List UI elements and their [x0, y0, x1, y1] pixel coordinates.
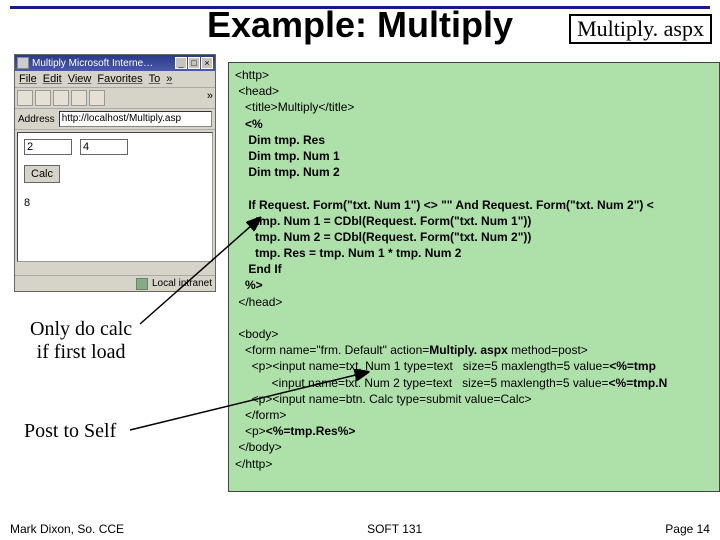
code-line: <input name=txt. Num 2 type=text size=5 … [235, 376, 667, 390]
code-line: <form name="frm. Default" action=Multipl… [235, 343, 588, 357]
forward-icon[interactable] [35, 90, 51, 106]
footer-left: Mark Dixon, So. CCE [10, 522, 124, 536]
code-line: </http> [235, 457, 272, 471]
back-icon[interactable] [17, 90, 33, 106]
code-line: Dim tmp. Res [235, 133, 325, 147]
menu-file[interactable]: File [19, 73, 37, 85]
menu-edit[interactable]: Edit [43, 73, 62, 85]
code-line: </form> [235, 408, 286, 422]
browser-titlebar: Multiply Microsoft Interne… _ □ × [15, 55, 215, 71]
code-line: Dim tmp. Num 1 [235, 149, 340, 163]
menu-chevron-icon[interactable]: » [166, 73, 172, 85]
code-line: </body> [235, 440, 282, 454]
code-line: %> [235, 278, 263, 292]
browser-statusbar: Local intranet [15, 275, 215, 291]
code-line: tmp. Num 2 = CDbl(Request. Form("txt. Nu… [235, 230, 531, 244]
code-line: tmp. Num 1 = CDbl(Request. Form("txt. Nu… [235, 214, 531, 228]
code-line: <p><input name=txt. Num 1 type=text size… [235, 359, 656, 373]
code-box: <http> <head> <title>Multiply</title> <%… [228, 62, 720, 492]
browser-title: Multiply Microsoft Interne… [32, 58, 153, 69]
code-line: </head> [235, 295, 282, 309]
browser-toolbar: » [15, 88, 215, 109]
browser-content: Calc 8 [17, 132, 213, 262]
code-line: <body> [235, 327, 278, 341]
filename-label: Multiply. aspx [569, 14, 712, 44]
caption-post: Post to Self [24, 420, 116, 443]
stop-icon[interactable] [53, 90, 69, 106]
refresh-icon[interactable] [71, 90, 87, 106]
code-line: <http> [235, 68, 269, 82]
menu-tools[interactable]: To [149, 73, 161, 85]
home-icon[interactable] [89, 90, 105, 106]
toolbar-chevron-icon[interactable]: » [207, 90, 213, 106]
code-line: <p><input name=btn. Calc type=submit val… [235, 392, 532, 406]
footer-center: SOFT 131 [367, 522, 422, 536]
code-line: End If [235, 262, 282, 276]
browser-window: Multiply Microsoft Interne… _ □ × File E… [14, 54, 216, 292]
code-line: If Request. Form("txt. Num 1") <> "" And… [235, 198, 654, 212]
status-text: Local intranet [152, 278, 212, 289]
address-bar: Address http://localhost/Multiply.asp [15, 109, 215, 130]
code-line: <head> [235, 84, 279, 98]
zone-icon [136, 278, 148, 290]
code-line: <% [235, 117, 263, 131]
menu-view[interactable]: View [68, 73, 92, 85]
ie-icon [17, 57, 29, 69]
code-line: <p><%=tmp.Res%> [235, 424, 355, 438]
code-line: Dim tmp. Num 2 [235, 165, 340, 179]
num1-field[interactable] [24, 139, 72, 155]
calc-button[interactable]: Calc [24, 165, 60, 183]
footer-right: Page 14 [665, 522, 710, 536]
browser-menubar: File Edit View Favorites To » [15, 71, 215, 88]
minimize-button[interactable]: _ [175, 57, 187, 69]
address-input[interactable]: http://localhost/Multiply.asp [59, 111, 212, 127]
code-line: tmp. Res = tmp. Num 1 * tmp. Num 2 [235, 246, 461, 260]
menu-favorites[interactable]: Favorites [97, 73, 142, 85]
result-text: 8 [24, 197, 206, 209]
address-label: Address [18, 114, 55, 125]
footer: Mark Dixon, So. CCE SOFT 131 Page 14 [0, 522, 720, 536]
maximize-button[interactable]: □ [188, 57, 200, 69]
close-button[interactable]: × [201, 57, 213, 69]
code-line: <title>Multiply</title> [235, 100, 354, 114]
caption-calc: Only do calc if first load [30, 318, 132, 364]
num2-field[interactable] [80, 139, 128, 155]
